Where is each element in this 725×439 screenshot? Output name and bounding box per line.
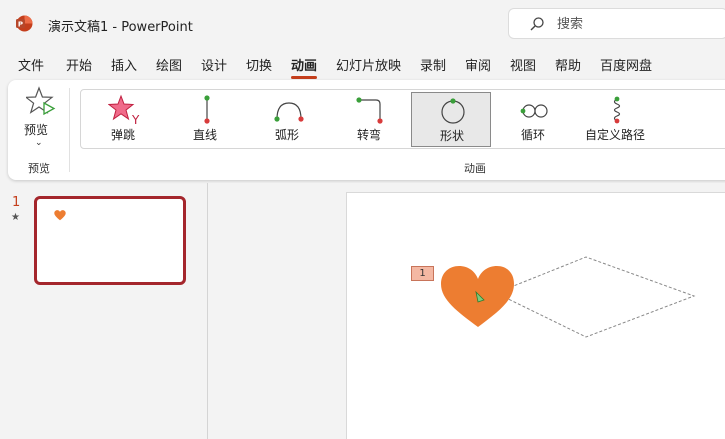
gallery-item-loop[interactable]: 循环 xyxy=(493,92,573,147)
gallery-label: 循环 xyxy=(520,128,545,142)
gallery-label: 形状 xyxy=(439,129,464,143)
arc-path-icon xyxy=(274,102,304,122)
tab-file[interactable]: 文件 xyxy=(18,55,44,77)
loop-path-icon xyxy=(520,104,548,118)
custom-path-icon xyxy=(613,96,621,124)
tab-help[interactable]: 帮助 xyxy=(555,55,581,77)
line-path-icon xyxy=(204,95,210,124)
gallery-item-bounce[interactable]: Y 弹跳 xyxy=(83,92,163,147)
slide-number: 1 xyxy=(12,195,21,210)
tab-review[interactable]: 审阅 xyxy=(465,55,491,77)
slide-thumbnails-panel: 1 ★ xyxy=(0,183,207,439)
search-icon xyxy=(530,17,544,31)
tab-record[interactable]: 录制 xyxy=(420,55,446,77)
turn-path-icon xyxy=(356,97,383,124)
gallery-item-shape[interactable]: 形状 xyxy=(411,92,491,147)
motion-path[interactable] xyxy=(494,256,696,338)
tab-draw[interactable]: 绘图 xyxy=(156,55,182,77)
title-bar: P 演示文稿1 - PowerPoint xyxy=(0,0,725,46)
tab-design[interactable]: 设计 xyxy=(201,55,227,77)
group-label-animation: 动画 xyxy=(464,162,486,175)
star-play-icon xyxy=(26,86,56,116)
gallery-item-turn[interactable]: 转弯 xyxy=(329,92,409,147)
heart-icon xyxy=(54,210,66,221)
preview-button[interactable]: 预览 ⌄ xyxy=(20,86,60,152)
svg-text:Y: Y xyxy=(131,113,140,126)
tab-baidu-netdisk[interactable]: 百度网盘 xyxy=(600,55,652,77)
gallery-label: 弧形 xyxy=(274,128,299,142)
gallery-item-custom-path[interactable]: 自定义路径 xyxy=(575,92,655,147)
svg-text:P: P xyxy=(18,20,23,28)
tab-transitions[interactable]: 切换 xyxy=(246,55,272,77)
powerpoint-logo-icon: P xyxy=(16,15,33,32)
chevron-down-icon[interactable]: ⌄ xyxy=(35,138,43,148)
gallery-label: 转弯 xyxy=(356,128,381,142)
ribbon: 预览 ⌄ 预览 Y 弹跳 直线 弧形 转弯 形状 循环 自定义路径 动画 xyxy=(8,80,725,180)
bounce-star-icon: Y xyxy=(108,94,140,126)
animation-star-icon: ★ xyxy=(11,212,20,223)
preview-label: 预览 xyxy=(24,123,49,137)
gallery-label: 自定义路径 xyxy=(584,128,645,142)
window-title: 演示文稿1 - PowerPoint xyxy=(48,20,193,35)
gallery-label: 弹跳 xyxy=(110,128,135,142)
animation-order-badge[interactable]: 1 xyxy=(411,266,434,281)
animation-gallery: Y 弹跳 直线 弧形 转弯 形状 循环 自定义路径 xyxy=(80,89,725,149)
group-label-preview: 预览 xyxy=(28,162,50,175)
tab-slideshow[interactable]: 幻灯片放映 xyxy=(336,55,401,77)
gallery-item-line[interactable]: 直线 xyxy=(165,92,245,147)
tab-insert[interactable]: 插入 xyxy=(111,55,137,77)
slide-thumbnail[interactable] xyxy=(34,196,186,285)
tab-animations[interactable]: 动画 xyxy=(291,55,318,79)
shape-path-icon xyxy=(441,98,465,124)
group-divider xyxy=(69,88,70,172)
tab-view[interactable]: 视图 xyxy=(510,55,536,77)
gallery-label: 直线 xyxy=(192,128,217,142)
search-box[interactable] xyxy=(508,8,725,39)
ribbon-tabs: 文件 开始 插入 绘图 设计 切换 动画 幻灯片放映 录制 审阅 视图 帮助 百… xyxy=(0,50,725,79)
slide-artwork xyxy=(441,256,696,338)
search-input[interactable] xyxy=(557,13,717,35)
gallery-item-arc[interactable]: 弧形 xyxy=(247,92,327,147)
tab-home[interactable]: 开始 xyxy=(66,55,92,77)
